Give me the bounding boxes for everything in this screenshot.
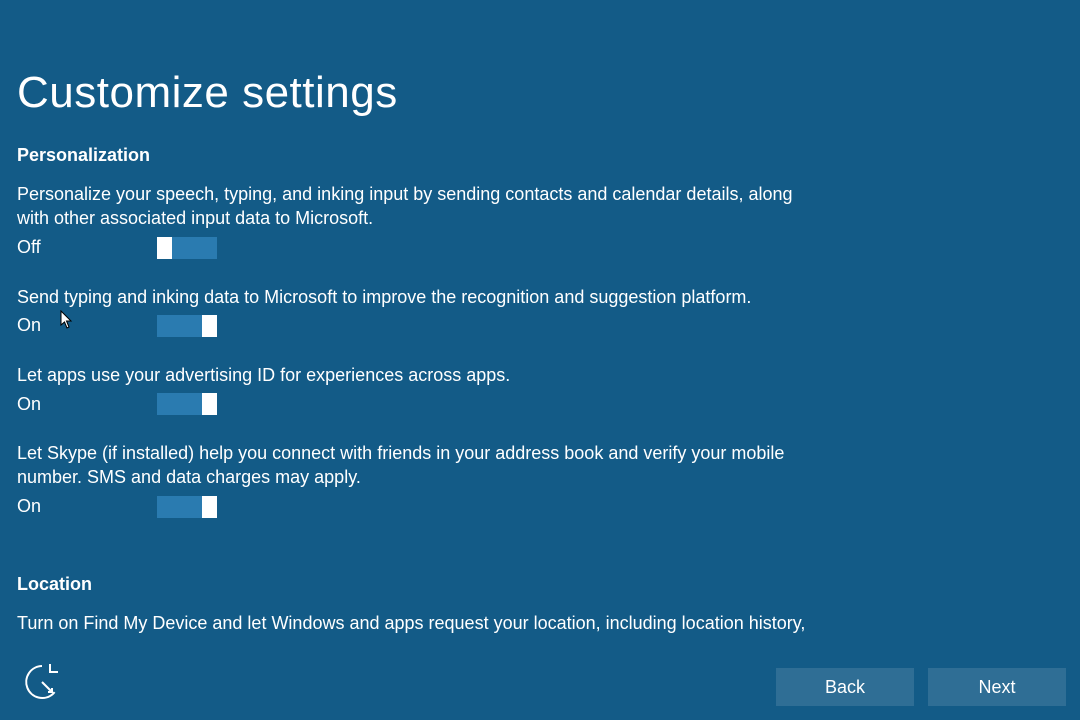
oobe-customize-settings-screen: Customize settings Personalization Perso…: [0, 0, 1080, 720]
setting-personalize-input: Personalize your speech, typing, and ink…: [17, 182, 827, 259]
ease-of-access-button[interactable]: [22, 662, 62, 702]
toggle-thumb: [157, 237, 172, 259]
toggle-state-label: On: [17, 496, 157, 517]
personalization-section: Personalization Personalize your speech,…: [17, 145, 827, 544]
toggle-row: On: [17, 315, 827, 337]
setting-desc: Let apps use your advertising ID for exp…: [17, 363, 797, 387]
toggle-typing-inking[interactable]: [157, 315, 217, 337]
personalization-header: Personalization: [17, 145, 827, 166]
footer-buttons: Back Next: [776, 668, 1066, 706]
toggle-state-label: On: [17, 394, 157, 415]
toggle-row: Off: [17, 237, 827, 259]
toggle-thumb: [202, 315, 217, 337]
location-desc: Turn on Find My Device and let Windows a…: [17, 611, 827, 635]
toggle-personalize-input[interactable]: [157, 237, 217, 259]
toggle-thumb: [202, 496, 217, 518]
setting-typing-inking: Send typing and inking data to Microsoft…: [17, 285, 827, 337]
toggle-advertising-id[interactable]: [157, 393, 217, 415]
setting-desc: Send typing and inking data to Microsoft…: [17, 285, 797, 309]
back-button[interactable]: Back: [776, 668, 914, 706]
setting-desc: Let Skype (if installed) help you connec…: [17, 441, 797, 490]
next-button[interactable]: Next: [928, 668, 1066, 706]
toggle-state-label: On: [17, 315, 157, 336]
toggle-row: On: [17, 393, 827, 415]
toggle-skype[interactable]: [157, 496, 217, 518]
setting-skype: Let Skype (if installed) help you connec…: [17, 441, 827, 518]
toggle-row: On: [17, 496, 827, 518]
page-title: Customize settings: [17, 68, 398, 118]
toggle-thumb: [202, 393, 217, 415]
location-header: Location: [17, 574, 827, 595]
toggle-state-label: Off: [17, 237, 157, 258]
setting-advertising-id: Let apps use your advertising ID for exp…: [17, 363, 827, 415]
location-section: Location Turn on Find My Device and let …: [17, 574, 827, 635]
setting-desc: Personalize your speech, typing, and ink…: [17, 182, 797, 231]
